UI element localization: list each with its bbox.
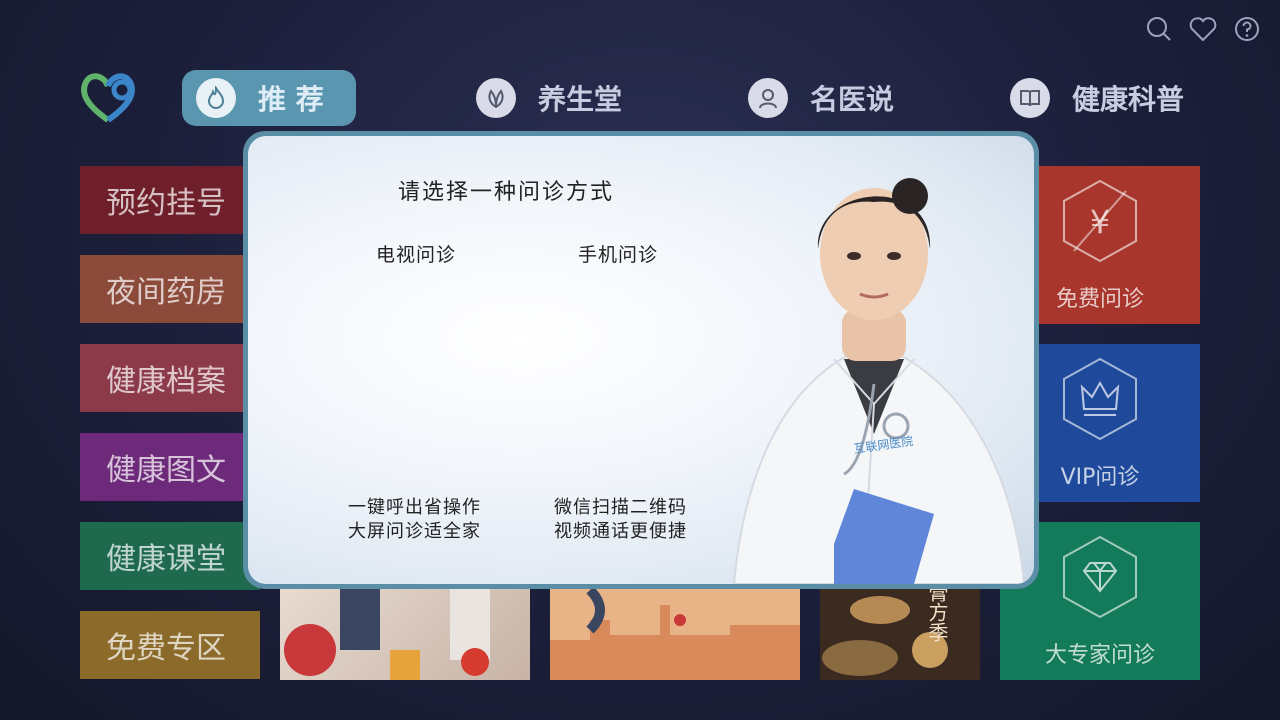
desc-line: 微信扫描二维码 — [554, 497, 687, 518]
nav-label: 推 荐 — [258, 83, 324, 116]
tile-label: 健康图文 — [106, 453, 226, 488]
top-toolbar — [1144, 14, 1262, 44]
tile-label: 健康课堂 — [106, 542, 226, 577]
calligraphy-text: 膏方季 — [925, 582, 949, 642]
nav-tab-famous-doctors[interactable]: 名医说 — [748, 70, 894, 126]
dialog-title: 请选择一种问诊方式 — [398, 180, 615, 205]
tile-label: 大专家问诊 — [1044, 643, 1155, 668]
desc-line: 大屏问诊适全家 — [348, 521, 481, 542]
diamond-hexagon-icon — [1060, 533, 1140, 627]
tile-label: 免费问诊 — [1055, 287, 1144, 312]
desc-line: 一键呼出省操作 — [348, 497, 481, 518]
tile-health-articles[interactable]: 健康图文 — [80, 433, 260, 501]
book-icon — [1010, 78, 1050, 118]
option-tv-consult[interactable]: 电视问诊 — [376, 240, 456, 267]
phone-consult-description: 微信扫描二维码 视频通话更便捷 — [554, 496, 687, 544]
tv-consult-description: 一键呼出省操作 大屏问诊适全家 — [348, 496, 481, 544]
nav-label: 养生堂 — [538, 83, 623, 116]
tile-label: 预约挂号 — [106, 186, 226, 221]
banner-food[interactable]: 膏方季 — [820, 580, 980, 680]
tile-label: 夜间药房 — [106, 275, 226, 310]
nav-tab-health-hall[interactable]: 养生堂 — [476, 70, 622, 126]
tile-label: 健康档案 — [106, 364, 226, 399]
tile-health-class[interactable]: 健康课堂 — [80, 522, 260, 590]
tile-health-records[interactable]: 健康档案 — [80, 344, 260, 412]
tile-night-pharmacy[interactable]: 夜间药房 — [80, 255, 260, 323]
yen-hexagon-icon: ¥ — [1060, 177, 1140, 271]
leaf-icon — [476, 78, 516, 118]
desc-line: 视频通话更便捷 — [554, 521, 687, 542]
heart-icon[interactable] — [1188, 14, 1218, 44]
nav-label: 健康科普 — [1072, 83, 1185, 116]
doctor-icon — [748, 78, 788, 118]
banner-festival[interactable] — [280, 580, 530, 680]
tile-label: VIP问诊 — [1060, 465, 1140, 490]
flame-icon — [196, 78, 236, 118]
dialog-body: 互联网医院 请选择一种问诊方式 电视问诊 手机问诊 一键呼出省操作 大屏问诊适全… — [248, 136, 1034, 584]
search-icon[interactable] — [1144, 14, 1174, 44]
app-logo — [78, 72, 142, 124]
nav-label: 名医说 — [810, 83, 895, 116]
nav-tab-health-science[interactable]: 健康科普 — [1010, 70, 1184, 126]
crown-hexagon-icon — [1060, 355, 1140, 449]
nav-tab-recommend[interactable]: 推 荐 — [182, 70, 356, 126]
banner-city[interactable] — [550, 580, 800, 680]
tile-appointment[interactable]: 预约挂号 — [80, 166, 260, 234]
main-nav: 推 荐 养生堂 名医说 健康科普 — [182, 70, 1190, 126]
option-phone-consult[interactable]: 手机问诊 — [578, 240, 658, 267]
tile-free-zone[interactable]: 免费专区 — [80, 611, 260, 679]
help-icon[interactable] — [1232, 14, 1262, 44]
consult-mode-dialog: 互联网医院 请选择一种问诊方式 电视问诊 手机问诊 一键呼出省操作 大屏问诊适全… — [243, 131, 1039, 589]
tile-label: 免费专区 — [106, 631, 226, 666]
doctor-illustration: 互联网医院 — [732, 178, 1026, 584]
